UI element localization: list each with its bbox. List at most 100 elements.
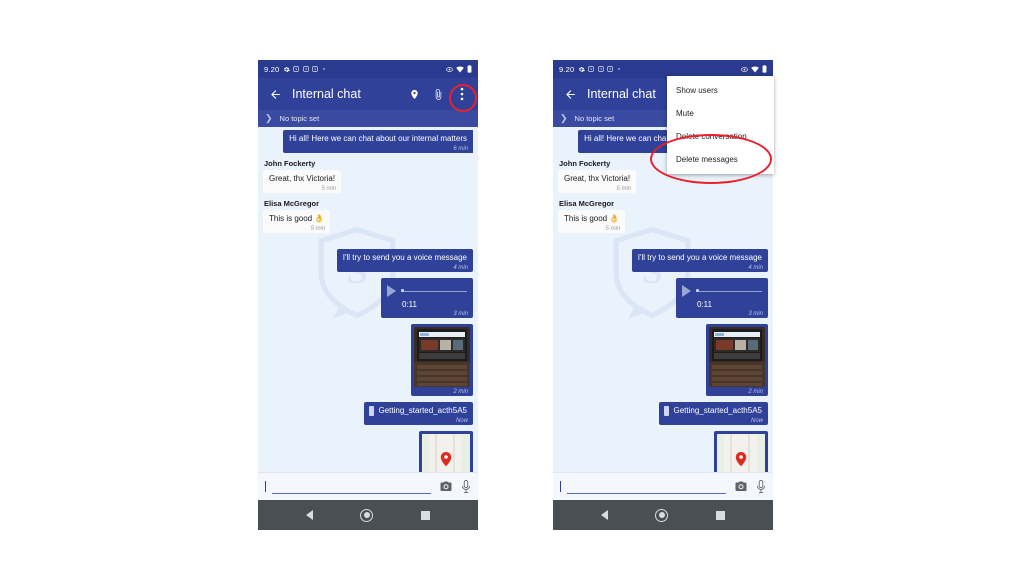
message-time: 5 min [605, 225, 621, 232]
message-time: 2 min [748, 388, 763, 395]
menu-item-delete-messages[interactable]: Delete messages [667, 148, 774, 171]
dot-icon [617, 67, 621, 71]
map-thumbnail[interactable]: Hande Surveys Rekisteroidunkia Oy Google [717, 434, 765, 472]
message-time: 5 min [310, 225, 326, 232]
message-time: 4 min [748, 264, 763, 271]
play-icon[interactable] [682, 285, 691, 297]
photo-thumbnail[interactable] [414, 327, 470, 387]
camera-icon[interactable] [735, 481, 747, 492]
image-message-bubble[interactable]: 2 min [411, 324, 473, 396]
text-cursor [560, 481, 561, 492]
nav-back-icon[interactable] [600, 510, 608, 520]
camera-icon[interactable] [440, 481, 452, 492]
photo-thumbnail[interactable] [709, 327, 765, 387]
message-time: 3 min [453, 310, 468, 317]
message-row-m6[interactable]: 2 min [263, 324, 473, 396]
message-text: I'll try to send you a voice message [342, 253, 467, 262]
message-text: Hi all! Here we can chat about our inter… [289, 134, 467, 143]
message-row-m5[interactable]: 0:11 3 min [558, 278, 768, 318]
map-message-bubble[interactable]: Hande Surveys Rekisteroidunkia Oy Google… [714, 431, 768, 472]
voice-player[interactable] [387, 285, 467, 297]
message-bubble-text[interactable]: I'll try to send you a voice message 4 m… [336, 249, 473, 272]
android-nav-bar[interactable] [553, 500, 773, 530]
message-row-m5[interactable]: 0:11 3 min [263, 278, 473, 318]
message-bubble-text[interactable]: This is good 👌 5 min [263, 210, 331, 233]
nav-recents-icon[interactable] [716, 510, 726, 520]
page-title: Internal chat [292, 87, 361, 101]
status-bar-right [446, 65, 472, 73]
wifi-icon [751, 66, 759, 73]
message-text: This is good 👌 [269, 214, 325, 223]
app-toolbar: Internal chat [258, 78, 478, 110]
play-icon[interactable] [387, 285, 396, 297]
android-nav-bar[interactable] [258, 500, 478, 530]
voice-progress-slider[interactable] [401, 289, 467, 292]
paperclip-icon[interactable] [432, 88, 444, 100]
back-button[interactable] [561, 88, 579, 101]
status-bar: 9.20 [258, 60, 478, 78]
image-message-bubble[interactable]: 2 min [706, 324, 768, 396]
nav-home-icon[interactable] [655, 508, 669, 522]
message-bubble-text[interactable]: I'll try to send you a voice message 4 m… [631, 249, 768, 272]
message-row-m3[interactable]: This is good 👌 5 min [558, 210, 768, 233]
menu-item-show-users[interactable]: Show users [667, 79, 774, 102]
voice-player[interactable] [682, 285, 762, 297]
nav-recents-icon[interactable] [421, 510, 431, 520]
voice-duration: 0:11 [402, 300, 417, 309]
message-input[interactable] [567, 473, 726, 500]
menu-item-mute[interactable]: Mute [667, 102, 774, 125]
message-bubble-text[interactable]: This is good 👌 5 min [558, 210, 626, 233]
visibility-icon [741, 66, 748, 73]
alarm-icon [303, 66, 309, 72]
voice-message-bubble[interactable]: 0:11 3 min [381, 278, 473, 318]
map-message-bubble[interactable]: Hande Surveys Rekisteroidunkia Oy Google… [419, 431, 473, 472]
file-message-bubble[interactable]: Getting_started_acth5A5 Now [659, 402, 768, 425]
nav-home-icon[interactable] [360, 508, 374, 522]
message-list[interactable]: S Hi all! Here we can chat about our int… [258, 127, 478, 472]
file-name: Getting_started_acth5A5 [673, 406, 762, 415]
microphone-icon[interactable] [756, 480, 766, 493]
message-bubble-text[interactable]: Hi all! Here we can chat about our inter… [283, 130, 473, 153]
location-pin-icon[interactable] [408, 89, 420, 100]
status-time: 9.20 [559, 64, 575, 74]
battery-icon [762, 65, 767, 73]
alarm-icon [607, 66, 614, 72]
voice-duration: 0:11 [697, 300, 712, 309]
gear-icon [578, 66, 585, 73]
map-thumbnail[interactable]: Hande Surveys Rekisteroidunkia Oy Google [422, 434, 470, 472]
message-row-m8[interactable]: Hande Surveys Rekisteroidunkia Oy Google… [263, 431, 473, 472]
message-row-m1[interactable]: Hi all! Here we can chat about our inter… [263, 130, 473, 153]
message-row-m6[interactable]: 2 min [558, 324, 768, 396]
overflow-dropdown-menu[interactable]: Show users Mute Delete conversation Dele… [667, 76, 774, 174]
message-row-m7[interactable]: Getting_started_acth5A5 Now [263, 402, 473, 425]
voice-progress-slider[interactable] [696, 289, 762, 292]
back-button[interactable] [266, 88, 284, 101]
message-row-m3[interactable]: This is good 👌 5 min [263, 210, 473, 233]
overflow-menu-button[interactable] [456, 87, 468, 101]
message-bubble-text[interactable]: Great, thx Victoria! 5 min [263, 170, 342, 193]
voice-message-bubble[interactable]: 0:11 3 min [676, 278, 768, 318]
nav-back-icon[interactable] [305, 510, 313, 520]
battery-icon [467, 65, 472, 73]
message-row-m7[interactable]: Getting_started_acth5A5 Now [558, 402, 768, 425]
visibility-icon [446, 66, 453, 73]
topic-bar[interactable]: ❯ No topic set [258, 110, 478, 127]
message-composer[interactable] [553, 472, 773, 500]
message-row-m2[interactable]: Great, thx Victoria! 5 min [263, 170, 473, 193]
topic-label: No topic set [574, 114, 615, 123]
chevron-right-icon: ❯ [265, 113, 273, 123]
message-sender-name: John Fockerty [264, 159, 316, 168]
menu-item-delete-conversation[interactable]: Delete conversation [667, 125, 774, 148]
microphone-icon[interactable] [461, 480, 471, 493]
screenshot-canvas: 9.20 Internal chat ❯ No topic set Hi all… [0, 0, 1024, 576]
message-row-m4[interactable]: I'll try to send you a voice message 4 m… [263, 249, 473, 272]
message-list[interactable]: S Hi all! Here we can chat about our int… [553, 127, 773, 472]
message-composer[interactable] [258, 472, 478, 500]
message-text: I'll try to send you a voice message [637, 253, 762, 262]
file-message-bubble[interactable]: Getting_started_acth5A5 Now [364, 402, 473, 425]
message-input[interactable] [272, 473, 431, 500]
topic-label: No topic set [279, 114, 320, 123]
message-row-m4[interactable]: I'll try to send you a voice message 4 m… [558, 249, 768, 272]
message-row-m8[interactable]: Hande Surveys Rekisteroidunkia Oy Google… [558, 431, 768, 472]
message-bubble-text[interactable]: Great, thx Victoria! 5 min [558, 170, 637, 193]
